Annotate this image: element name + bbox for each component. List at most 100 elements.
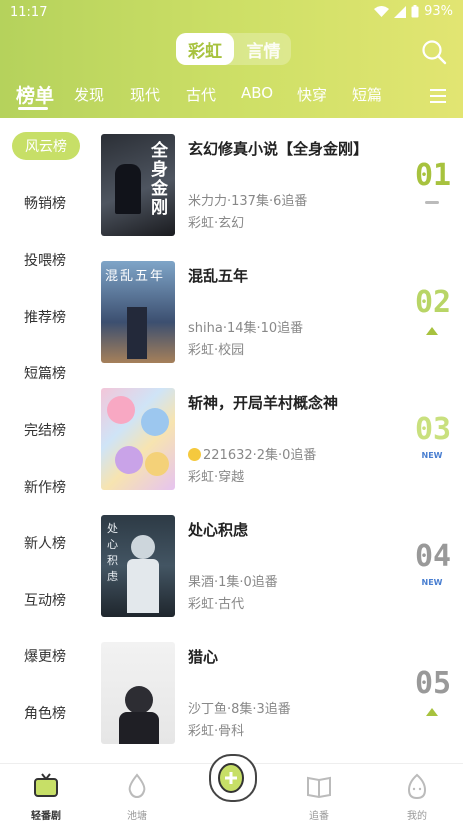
book-title[interactable]: 混乱五年 — [188, 265, 248, 286]
tab-short[interactable]: 短篇 — [352, 84, 382, 105]
book-author-text: 221632·2集·0追番 — [203, 448, 317, 463]
rank-same-icon — [425, 201, 439, 204]
nav-profile[interactable]: 我的 — [382, 772, 452, 822]
cover-figure — [115, 164, 141, 214]
nav-label: 池塘 — [127, 811, 147, 822]
cover-title: 全身金刚 — [151, 141, 168, 218]
rank-up-icon — [426, 327, 438, 335]
book-list: 全身金刚 玄幻修真小说【全身金刚】 米力力·137集·6追番 彩虹·玄幻 01 … — [92, 118, 463, 763]
tab-abo[interactable]: ABO — [241, 84, 273, 102]
book-title[interactable]: 猎心 — [188, 646, 218, 667]
nav-label: 追番 — [309, 811, 329, 822]
cover-character — [115, 446, 143, 474]
cover-character — [141, 408, 169, 436]
book-author-info: 221632·2集·0追番 — [188, 444, 316, 463]
pear-face-icon — [407, 773, 427, 800]
nav-following[interactable]: 追番 — [284, 772, 354, 822]
book-author-info: shiha·14集·10追番 — [188, 321, 304, 336]
cover-figure — [131, 535, 155, 559]
book-cover: 处心积虑 — [101, 515, 175, 617]
sidebar-item-interaction[interactable]: 互动榜 — [8, 586, 82, 614]
sidebar-item-character[interactable]: 角色榜 — [8, 699, 82, 727]
cover-title: 处心积虑 — [107, 522, 118, 583]
author-emoji-icon — [188, 448, 201, 461]
nav-pond[interactable]: 池塘 — [102, 772, 172, 822]
rank-number: 03 — [414, 412, 452, 447]
book-title[interactable]: 处心积虑 — [188, 519, 248, 540]
battery-icon — [411, 5, 419, 18]
cover-character — [107, 396, 135, 424]
book-card[interactable]: 处心积虑 处心积虑 果酒·1集·0追番 彩虹·古代 04 NEW — [101, 499, 461, 617]
tab-underline — [18, 107, 48, 110]
sidebar-item-short[interactable]: 短篇榜 — [8, 359, 82, 387]
cover-figure — [127, 559, 159, 613]
rank-number: 04 — [414, 539, 452, 574]
status-time: 11:17 — [10, 5, 48, 20]
sidebar-item-new-work[interactable]: 新作榜 — [8, 473, 82, 501]
book-author-info: 沙丁鱼·8集·3追番 — [188, 702, 291, 717]
sidebar-item-completed[interactable]: 完结榜 — [8, 416, 82, 444]
tab-modern[interactable]: 现代 — [130, 84, 160, 105]
book-category: 彩虹·校园 — [188, 343, 245, 358]
book-card[interactable]: 混乱五年 混乱五年 shiha·14集·10追番 彩虹·校园 02 — [101, 245, 461, 363]
category-segment: 彩虹 言情 — [176, 33, 291, 65]
nav-label: 轻番剧 — [31, 811, 61, 822]
drop-icon — [128, 773, 146, 799]
book-category: 彩虹·古代 — [188, 597, 245, 612]
tab-ranking[interactable]: 榜单 — [16, 81, 54, 108]
cover-character — [145, 452, 169, 476]
book-card[interactable]: 斩神，开局羊村概念神 221632·2集·0追番 彩虹·穿越 03 NEW — [101, 372, 461, 490]
book-icon — [307, 776, 331, 799]
book-category: 彩虹·穿越 — [188, 470, 245, 485]
book-cover: 全身金刚 — [101, 134, 175, 236]
add-button[interactable] — [209, 754, 257, 802]
sidebar-item-fengyun[interactable]: 风云榜 — [12, 132, 80, 160]
book-category: 彩虹·骨科 — [188, 724, 245, 739]
cover-figure — [127, 307, 147, 359]
wifi-icon — [374, 5, 390, 17]
nav-label: 我的 — [407, 811, 427, 822]
book-title[interactable]: 斩神，开局羊村概念神 — [188, 392, 338, 413]
rank-number: 01 — [414, 158, 452, 193]
cover-figure — [125, 686, 153, 714]
book-author-info: 米力力·137集·6追番 — [188, 194, 308, 209]
sidebar-item-bestseller[interactable]: 畅销榜 — [8, 189, 82, 217]
cover-figure — [119, 712, 159, 744]
menu-icon[interactable] — [430, 89, 446, 103]
book-cover — [101, 642, 175, 744]
tab-ancient[interactable]: 古代 — [186, 84, 216, 105]
signal-icon — [394, 5, 407, 18]
rank-number: 05 — [414, 666, 452, 701]
book-author-info: 果酒·1集·0追番 — [188, 575, 278, 590]
book-category: 彩虹·玄幻 — [188, 216, 245, 231]
segment-romance[interactable]: 言情 — [236, 33, 291, 65]
status-bar: 11:17 93% — [0, 0, 463, 26]
tab-quick-travel[interactable]: 快穿 — [297, 84, 327, 105]
tv-icon — [34, 773, 58, 797]
rank-new-badge: NEW — [421, 578, 443, 587]
sidebar-item-recommend[interactable]: 推荐榜 — [8, 303, 82, 331]
cover-title: 混乱五年 — [105, 269, 166, 284]
book-card[interactable]: 全身金刚 玄幻修真小说【全身金刚】 米力力·137集·6追番 彩虹·玄幻 01 — [101, 118, 461, 236]
tab-discover[interactable]: 发现 — [74, 84, 104, 105]
search-icon[interactable] — [421, 39, 447, 65]
bottom-nav: 轻番剧 池塘 追番 我的 — [0, 754, 463, 824]
sidebar-item-feed[interactable]: 投喂榜 — [8, 246, 82, 274]
ranking-sidebar: 风云榜 畅销榜 投喂榜 推荐榜 短篇榜 完结榜 新作榜 新人榜 互动榜 爆更榜 … — [0, 118, 92, 763]
rank-number: 02 — [414, 285, 452, 320]
top-header: 11:17 93% 彩虹 言情 榜单 发现 现代 古代 ABO 快穿 短篇 — [0, 0, 463, 118]
book-card[interactable]: 猎心 沙丁鱼·8集·3追番 彩虹·骨科 05 — [101, 626, 461, 744]
rank-new-badge: NEW — [421, 451, 443, 460]
tab-bar: 榜单 发现 现代 古代 ABO 快穿 短篇 — [0, 80, 463, 110]
sidebar-item-update[interactable]: 爆更榜 — [8, 642, 82, 670]
book-cover — [101, 388, 175, 490]
status-icons: 93% — [374, 4, 453, 19]
battery-percent: 93% — [424, 4, 453, 19]
rank-up-icon — [426, 708, 438, 716]
book-title[interactable]: 玄幻修真小说【全身金刚】 — [188, 138, 368, 159]
add-pear-icon — [218, 763, 244, 793]
nav-tv[interactable]: 轻番剧 — [11, 772, 81, 822]
book-cover: 混乱五年 — [101, 261, 175, 363]
sidebar-item-newcomer[interactable]: 新人榜 — [8, 529, 82, 557]
segment-rainbow[interactable]: 彩虹 — [176, 33, 234, 65]
